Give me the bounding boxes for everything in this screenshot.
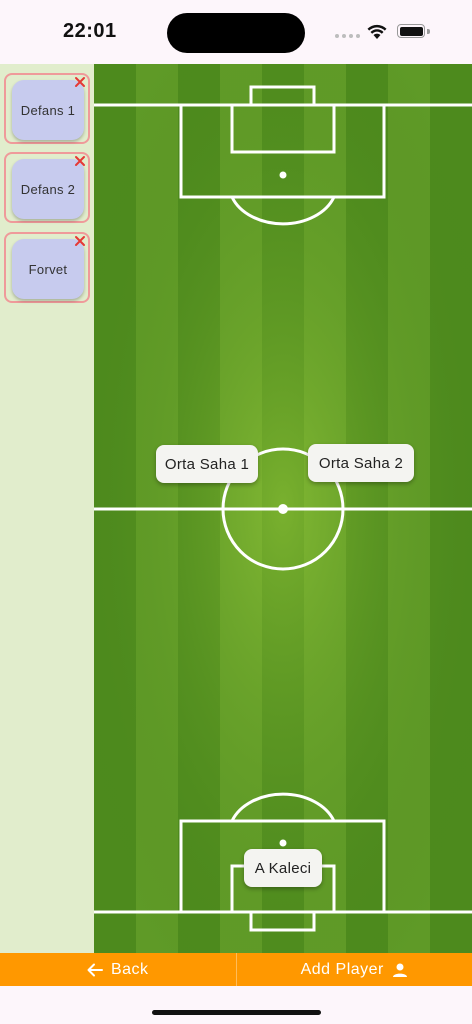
bench-slot: Forvet xyxy=(4,232,90,303)
dynamic-island xyxy=(167,13,305,53)
remove-icon[interactable] xyxy=(74,155,86,167)
bench-player-chip[interactable]: Defans 2 xyxy=(12,159,84,219)
bench-player-chip[interactable]: Forvet xyxy=(12,239,84,299)
status-bar: 22:01 xyxy=(0,0,472,64)
player-label: Orta Saha 1 xyxy=(164,455,250,473)
add-player-button[interactable]: Add Player xyxy=(237,953,472,986)
player-label: Orta Saha 2 xyxy=(318,454,404,472)
cellular-signal-icon xyxy=(335,34,360,38)
bench-sidebar: Defans 1 Defans 2 Forvet xyxy=(0,64,94,953)
bench-slot: Defans 1 xyxy=(4,73,90,144)
pitch-drawing xyxy=(94,64,472,953)
bench-player-label: Defans 1 xyxy=(20,102,76,118)
back-button[interactable]: Back xyxy=(0,953,236,986)
player-chip[interactable]: A Kaleci xyxy=(244,849,322,887)
arrow-left-icon xyxy=(87,963,103,976)
bottom-action-bar: Back Add Player xyxy=(0,953,472,986)
player-chip[interactable]: Orta Saha 2 xyxy=(308,444,414,482)
football-pitch[interactable]: Orta Saha 1 Orta Saha 2 A Kaleci xyxy=(94,64,472,953)
bench-slot: Defans 2 xyxy=(4,152,90,223)
bench-player-label: Forvet xyxy=(28,261,68,277)
add-player-button-label: Add Player xyxy=(300,960,384,978)
battery-icon xyxy=(397,24,425,38)
player-chip[interactable]: Orta Saha 1 xyxy=(156,445,258,483)
bench-player-label: Defans 2 xyxy=(20,181,76,197)
wifi-icon xyxy=(367,24,387,39)
app-screen: 22:01 Defans 1 Defans 2 Forvet Orta Saha… xyxy=(0,0,472,1024)
bench-player-chip[interactable]: Defans 1 xyxy=(12,80,84,140)
back-button-label: Back xyxy=(110,960,149,978)
remove-icon[interactable] xyxy=(74,76,86,88)
player-label: A Kaleci xyxy=(254,859,312,877)
home-indicator xyxy=(152,1010,321,1015)
battery-tip xyxy=(427,29,430,34)
remove-icon[interactable] xyxy=(74,235,86,247)
person-icon xyxy=(392,963,407,977)
status-time: 22:01 xyxy=(63,20,117,42)
